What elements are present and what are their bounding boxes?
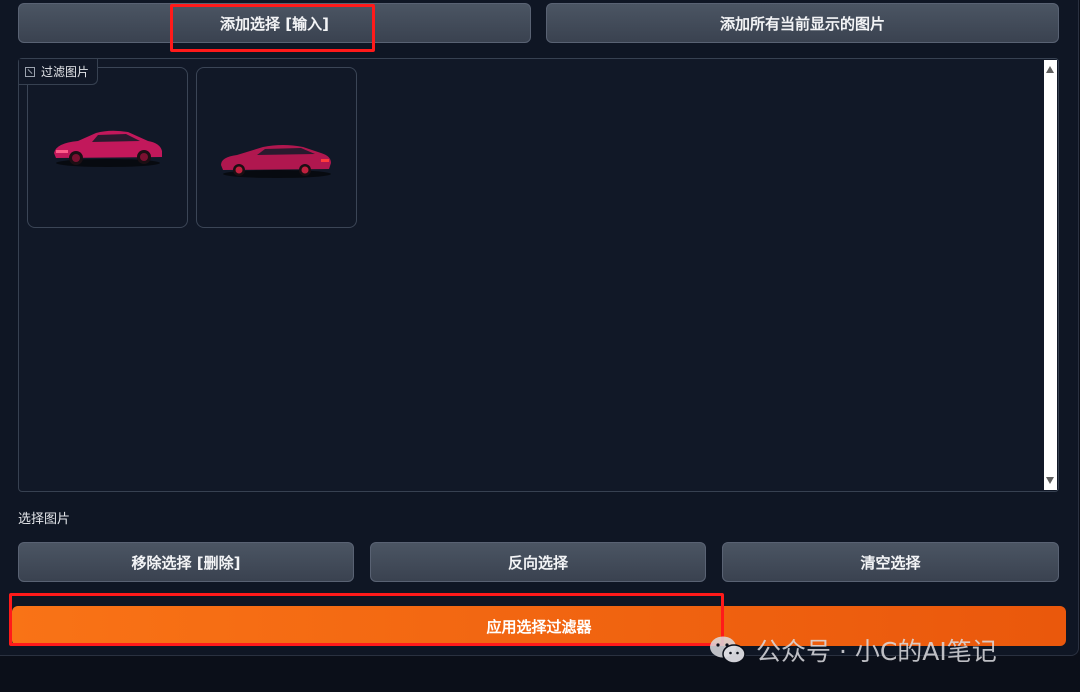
gallery-thumbnail[interactable] (196, 67, 357, 228)
gallery-label-text: 过滤图片 (41, 65, 90, 79)
gallery-scrollbar[interactable] (1044, 60, 1057, 490)
scroll-up-icon[interactable] (1046, 66, 1054, 73)
scroll-down-icon[interactable] (1046, 477, 1054, 484)
watermark: 公众号 · 小C的AI笔记 (708, 632, 997, 668)
pink-car-image (220, 144, 331, 178)
invert-selection-button[interactable]: 反向选择 (370, 542, 706, 582)
clear-selection-button[interactable]: 清空选择 (722, 542, 1059, 582)
filter-panel: 添加选择 [输入] 添加所有当前显示的图片 过滤图片 选择图片 移除选择 [删除… (0, 0, 1079, 656)
wechat-icon (710, 636, 746, 664)
add-all-visible-button[interactable]: 添加所有当前显示的图片 (546, 3, 1059, 43)
remove-selection-button[interactable]: 移除选择 [删除] (18, 542, 354, 582)
add-selection-button[interactable]: 添加选择 [输入] (18, 3, 531, 43)
pink-car-image (53, 130, 162, 167)
gallery-thumbnail[interactable] (27, 67, 188, 228)
filter-image-gallery: 过滤图片 (18, 58, 1059, 492)
watermark-text: 公众号 · 小C的AI笔记 (756, 637, 997, 666)
image-icon (25, 66, 35, 77)
selected-images-label: 选择图片 (18, 512, 71, 527)
gallery-label: 过滤图片 (19, 59, 99, 85)
